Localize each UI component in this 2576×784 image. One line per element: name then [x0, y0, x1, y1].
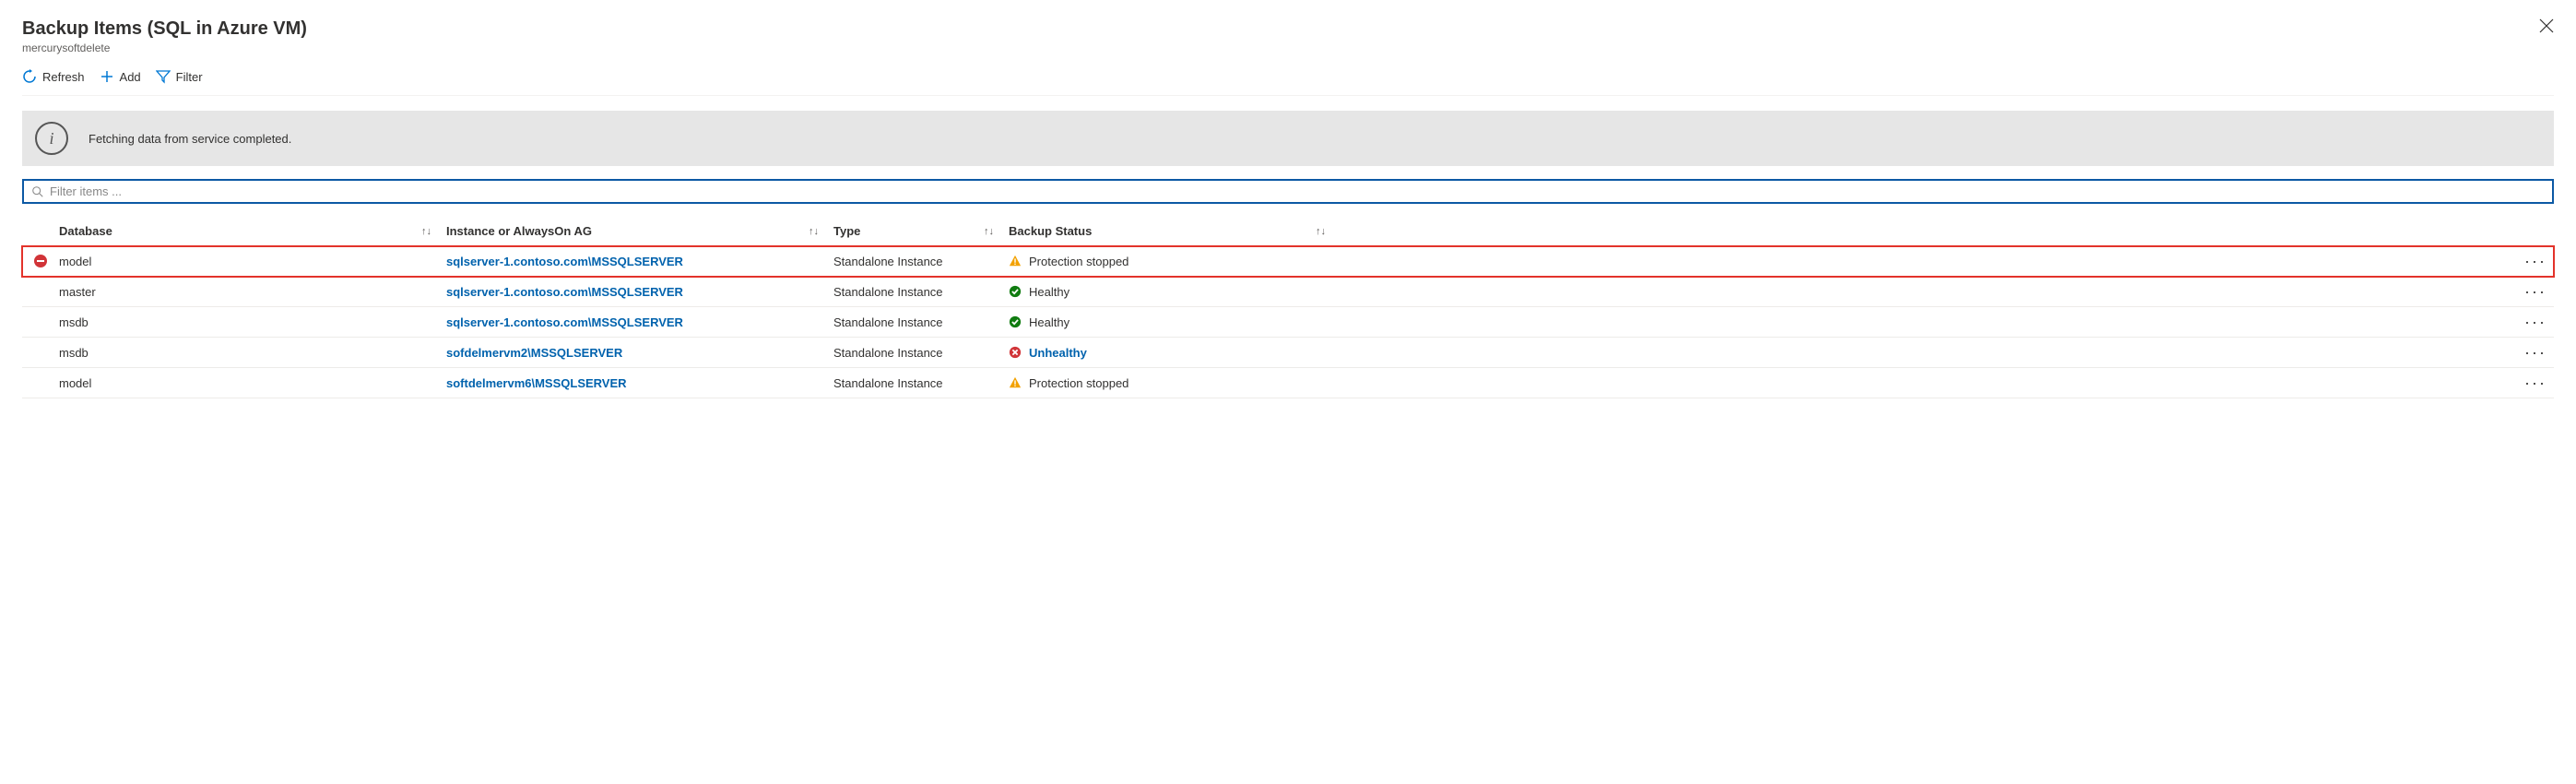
database-cell: master	[59, 285, 96, 299]
filter-input-wrap[interactable]	[22, 179, 2554, 204]
instance-link[interactable]: sqlserver-1.contoso.com\MSSQLSERVER	[446, 315, 683, 329]
row-menu-icon[interactable]: ···	[2524, 253, 2546, 269]
table-row[interactable]: msdb sqlserver-1.contoso.com\MSSQLSERVER S…	[22, 307, 2554, 338]
filter-button[interactable]: Filter	[156, 69, 203, 84]
stop-icon	[33, 254, 48, 268]
backup-items-table: Database ↑↓ Instance or AlwaysOn AG ↑↓ T…	[22, 217, 2554, 398]
filter-label: Filter	[176, 70, 203, 84]
toolbar: Refresh Add Filter	[22, 62, 2554, 96]
sort-icon[interactable]: ↑↓	[421, 226, 431, 237]
database-cell: model	[59, 376, 91, 390]
ok-icon	[1009, 315, 1022, 328]
info-banner: i Fetching data from service completed.	[22, 111, 2554, 166]
instance-link[interactable]: softdelmervm6\MSSQLSERVER	[446, 376, 627, 390]
type-cell: Standalone Instance	[833, 255, 943, 268]
search-icon	[31, 185, 44, 198]
sort-icon[interactable]: ↑↓	[1316, 226, 1326, 237]
info-icon: i	[35, 122, 68, 155]
database-cell: model	[59, 255, 91, 268]
page-title: Backup Items (SQL in Azure VM)	[22, 18, 307, 40]
warn-icon	[1009, 376, 1022, 389]
type-cell: Standalone Instance	[833, 346, 943, 360]
instance-link[interactable]: sqlserver-1.contoso.com\MSSQLSERVER	[446, 285, 683, 299]
table-header: Database ↑↓ Instance or AlwaysOn AG ↑↓ T…	[22, 217, 2554, 246]
refresh-icon	[22, 69, 37, 84]
add-label: Add	[120, 70, 141, 84]
page-subtitle: mercurysoftdelete	[22, 42, 307, 54]
row-menu-icon[interactable]: ···	[2524, 283, 2546, 300]
status-cell: Healthy	[1029, 315, 1069, 329]
filter-input[interactable]	[50, 184, 2545, 198]
refresh-label: Refresh	[42, 70, 85, 84]
info-message: Fetching data from service completed.	[89, 132, 291, 146]
type-cell: Standalone Instance	[833, 315, 943, 329]
table-row[interactable]: model softdelmervm6\MSSQLSERVER Standalone…	[22, 368, 2554, 398]
ok-icon	[1009, 285, 1022, 298]
instance-link[interactable]: sofdelmervm2\MSSQLSERVER	[446, 346, 622, 360]
table-row[interactable]: master sqlserver-1.contoso.com\MSSQLSERVE…	[22, 277, 2554, 307]
row-menu-icon[interactable]: ···	[2524, 344, 2546, 361]
status-cell[interactable]: Unhealthy	[1029, 346, 1087, 360]
refresh-button[interactable]: Refresh	[22, 69, 85, 84]
type-cell: Standalone Instance	[833, 376, 943, 390]
instance-link[interactable]: sqlserver-1.contoso.com\MSSQLSERVER	[446, 255, 683, 268]
status-cell: Protection stopped	[1029, 376, 1128, 390]
column-header-database[interactable]: Database	[59, 224, 112, 238]
database-cell: msdb	[59, 315, 89, 329]
sort-icon[interactable]: ↑↓	[809, 226, 819, 237]
row-menu-icon[interactable]: ···	[2524, 374, 2546, 391]
column-header-type[interactable]: Type	[833, 224, 860, 238]
row-menu-icon[interactable]: ···	[2524, 314, 2546, 330]
database-cell: msdb	[59, 346, 89, 360]
status-cell: Healthy	[1029, 285, 1069, 299]
close-icon[interactable]	[2539, 18, 2554, 33]
error-icon	[1009, 346, 1022, 359]
sort-icon[interactable]: ↑↓	[984, 226, 994, 237]
table-row[interactable]: model sqlserver-1.contoso.com\MSSQLSERVER…	[22, 246, 2554, 277]
type-cell: Standalone Instance	[833, 285, 943, 299]
plus-icon	[100, 69, 114, 84]
table-row[interactable]: msdb sofdelmervm2\MSSQLSERVER Standalone I…	[22, 338, 2554, 368]
warn-icon	[1009, 255, 1022, 267]
add-button[interactable]: Add	[100, 69, 141, 84]
status-cell: Protection stopped	[1029, 255, 1128, 268]
column-header-instance[interactable]: Instance or AlwaysOn AG	[446, 224, 592, 238]
column-header-status[interactable]: Backup Status	[1009, 224, 1092, 238]
filter-icon	[156, 69, 171, 84]
